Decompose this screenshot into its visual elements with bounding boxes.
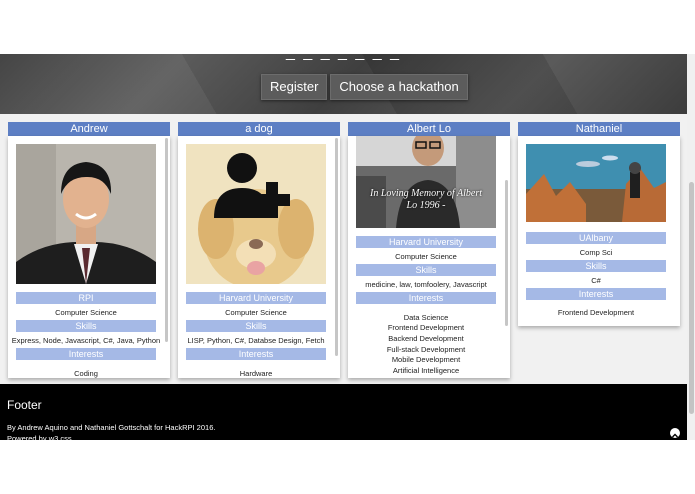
profile-photo bbox=[526, 144, 666, 222]
interest-item: Mobile Development bbox=[391, 355, 461, 364]
profile-card-albert-lo[interactable]: In Loving Memory of Albert Lo 1996 - Har… bbox=[348, 136, 510, 378]
register-button[interactable]: Register bbox=[261, 74, 328, 100]
skills-text: C# bbox=[591, 276, 601, 285]
arrow-up-icon[interactable] bbox=[670, 428, 680, 438]
school-label: UAlbany bbox=[526, 232, 666, 244]
page-scrollbar-thumb[interactable] bbox=[689, 182, 694, 414]
hero-buttons: Register Choose a hackathon bbox=[261, 74, 468, 100]
interests-heading: Interests bbox=[356, 292, 496, 304]
interests-heading: Interests bbox=[16, 348, 156, 360]
skills-text: medicine, law, tomfoolery, Javascript bbox=[365, 280, 487, 289]
skills-text: Express, Node, Javascript, C#, Java, Pyt… bbox=[11, 336, 161, 345]
profile-photo bbox=[186, 144, 326, 284]
interests-heading: Interests bbox=[526, 288, 666, 300]
footer: Footer By Andrew Aquino and Nathaniel Go… bbox=[0, 384, 687, 443]
skills-text: LISP, Python, C#, Databse Design, Fetch bbox=[187, 336, 325, 345]
skills-heading: Skills bbox=[356, 264, 496, 276]
card-header-andrew: Andrew bbox=[8, 122, 170, 136]
card-scrollbar[interactable] bbox=[505, 180, 508, 326]
skills-heading: Skills bbox=[16, 320, 156, 332]
interest-item: Data Science bbox=[403, 313, 449, 322]
card-scrollbar[interactable] bbox=[335, 138, 338, 356]
hero-banner: _ _ _ _ _ _ _ Register Choose a hackatho… bbox=[0, 54, 687, 114]
interest-item: Coding bbox=[74, 369, 98, 378]
major-text: Computer Science bbox=[55, 308, 117, 317]
memorial-caption: In Loving Memory of Albert Lo 1996 - bbox=[369, 188, 483, 211]
interest-item: Frontend Development bbox=[387, 323, 465, 332]
skills-heading: Skills bbox=[526, 260, 666, 272]
page-scrollbar[interactable] bbox=[687, 54, 695, 440]
footer-credit: By Andrew Aquino and Nathaniel Gottschal… bbox=[7, 423, 216, 432]
school-label: Harvard University bbox=[186, 292, 326, 304]
footer-title: Footer bbox=[7, 398, 42, 412]
major-text: Computer Science bbox=[225, 308, 287, 317]
profile-photo: In Loving Memory of Albert Lo 1996 - bbox=[356, 136, 496, 228]
card-header-nathaniel: Nathaniel bbox=[518, 122, 680, 136]
profile-card-a-dog[interactable]: Harvard University Computer Science Skil… bbox=[178, 136, 340, 378]
school-label: Harvard University bbox=[356, 236, 496, 248]
card-header-albert-lo: Albert Lo bbox=[348, 122, 510, 136]
major-text: Comp Sci bbox=[579, 248, 613, 257]
interest-item: Hardware bbox=[239, 369, 273, 378]
footer-powered-link[interactable]: Powered by w3.css bbox=[7, 434, 72, 443]
add-user-icon bbox=[214, 153, 290, 218]
interest-item: Full-stack Development bbox=[386, 345, 466, 354]
card-header-a-dog: a dog bbox=[178, 122, 340, 136]
major-text: Computer Science bbox=[395, 252, 457, 261]
skills-heading: Skills bbox=[186, 320, 326, 332]
hero-title: _ _ _ _ _ _ _ bbox=[0, 54, 687, 62]
interest-item: Backend Development bbox=[388, 334, 464, 343]
profile-photo bbox=[16, 144, 156, 284]
interests-heading: Interests bbox=[186, 348, 326, 360]
card-scrollbar[interactable] bbox=[165, 138, 168, 342]
school-label: RPI bbox=[16, 292, 156, 304]
interest-item: Artificial Intelligence bbox=[392, 366, 460, 375]
choose-hackathon-button[interactable]: Choose a hackathon bbox=[330, 74, 468, 100]
interest-item: Frontend Development bbox=[557, 308, 635, 317]
profile-card-nathaniel[interactable]: UAlbany Comp Sci Skills C# Interests Fro… bbox=[518, 136, 680, 326]
profile-card-andrew[interactable]: RPI Computer Science Skills Express, Nod… bbox=[8, 136, 170, 378]
